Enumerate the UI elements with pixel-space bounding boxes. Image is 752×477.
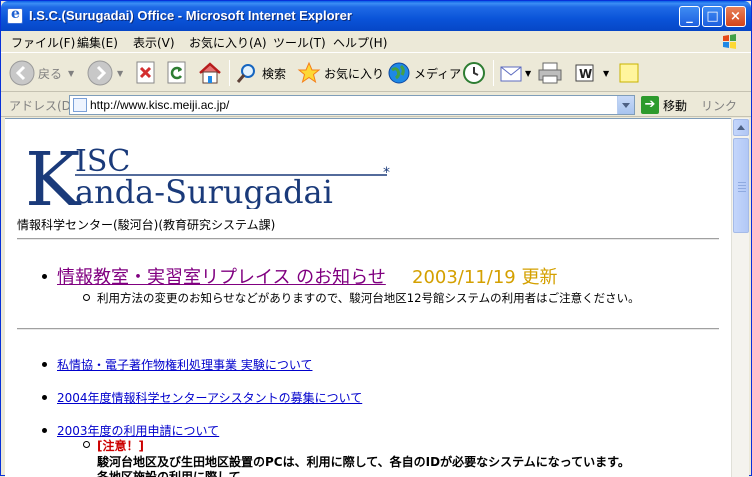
back-button[interactable]: 戻る ▼ [9,58,74,88]
circle-bullet-icon [83,294,90,301]
stop-icon [136,61,155,84]
toolbar: 戻る ▼ ▼ 検索 お気に入り メディア ▼ W ▼ [1,54,751,92]
go-button[interactable]: ➔ 移動 [641,96,687,114]
bullet-icon [42,395,47,400]
discuss-button[interactable] [617,58,641,88]
svg-text:W: W [579,67,592,81]
logo-k: K [25,139,82,209]
page-content: K ISC anda-Surugadai * 情報科学センター(駿河台)(教育研… [5,118,731,477]
address-label: アドレス(D) [9,99,76,113]
stop-button[interactable] [135,58,157,88]
home-button[interactable] [197,58,223,88]
menu-help[interactable]: ヘルプ(H) [333,34,387,51]
search-icon [236,64,255,83]
note-icon [619,63,639,83]
browser-window: I.S.C.(Surugadai) Office - Microsoft Int… [0,0,752,477]
favorites-button[interactable]: お気に入り [297,58,384,88]
media-button[interactable]: メディア [387,58,461,88]
refresh-icon [167,61,186,84]
ie-icon [7,6,23,24]
menu-tools[interactable]: ツール(T) [273,34,326,51]
menu-favorites[interactable]: お気に入り(A) [189,34,267,51]
title-bar[interactable]: I.S.C.(Surugadai) Office - Microsoft Int… [1,1,751,31]
window-title: I.S.C.(Surugadai) Office - Microsoft Int… [29,8,352,23]
history-button[interactable] [461,58,487,88]
copyright-project-link[interactable]: 私情協・電子著作物権利処理事業 実験について [57,356,312,373]
page-icon [73,98,87,112]
logo-star-icon: * [383,165,390,181]
attention-label: [注意！] [97,439,144,453]
mail-button[interactable]: ▼ [499,58,531,88]
address-input[interactable]: http://www.kisc.meiji.ac.jp/ [69,95,635,115]
update-date: 2003/11/19 更新 [412,267,558,288]
minimize-button[interactable]: _ [679,6,700,27]
menu-edit[interactable]: 編集(E) [77,34,118,51]
divider [17,328,719,330]
back-arrow-icon [9,60,35,86]
scroll-thumb[interactable] [733,138,749,233]
logo-kanda-surugadai: anda-Surugadai [75,173,333,209]
mail-icon [500,66,522,82]
address-url[interactable]: http://www.kisc.meiji.ac.jp/ [90,98,229,112]
bullet-icon [42,362,47,367]
printer-icon [538,62,562,84]
edit-button[interactable]: W ▼ [573,58,609,88]
maximize-button[interactable]: □ [702,6,723,27]
address-bar: アドレス(D) http://www.kisc.meiji.ac.jp/ ➔ 移… [1,93,751,128]
vertical-scrollbar[interactable] [731,118,749,477]
refresh-button[interactable] [166,58,188,88]
bullet-icon [42,428,47,433]
media-globe-icon [388,62,410,84]
bullet-icon [42,274,47,279]
word-edit-icon: W [575,64,594,82]
home-icon [199,62,221,84]
close-button[interactable]: × [725,6,746,27]
replace-notice-text: 利用方法の変更のお知らせなどがありますので、駿河台地区12号館システムの利用者は… [97,291,640,305]
windows-flag-icon [715,32,745,52]
address-dropdown-button[interactable] [617,96,634,114]
toolbar-separator [493,60,494,86]
forward-arrow-icon [87,60,113,86]
star-icon [297,61,321,84]
history-icon [463,62,485,84]
search-button[interactable]: 検索 [235,58,286,88]
circle-bullet-icon [83,441,90,448]
toolbar-separator [229,60,230,86]
replace-notice-link[interactable]: 情報教室・実習室リプレイス のお知らせ [57,263,386,289]
menu-bar: ファイル(F) 編集(E) 表示(V) お気に入り(A) ツール(T) ヘルプ(… [1,31,751,53]
assistant-recruit-link[interactable]: 2004年度情報科学センターアシスタントの募集について [57,389,362,406]
scroll-up-button[interactable] [733,119,749,136]
divider [17,238,719,240]
go-arrow-icon: ➔ [641,96,659,114]
menu-file[interactable]: ファイル(F) [11,34,75,51]
print-button[interactable] [537,58,563,88]
menu-view[interactable]: 表示(V) [133,34,175,51]
forward-button[interactable]: ▼ [87,58,123,88]
page-subtitle: 情報科学センター(駿河台)(教育研究システム課) [17,218,276,232]
kisc-logo: K ISC anda-Surugadai * [25,139,390,209]
